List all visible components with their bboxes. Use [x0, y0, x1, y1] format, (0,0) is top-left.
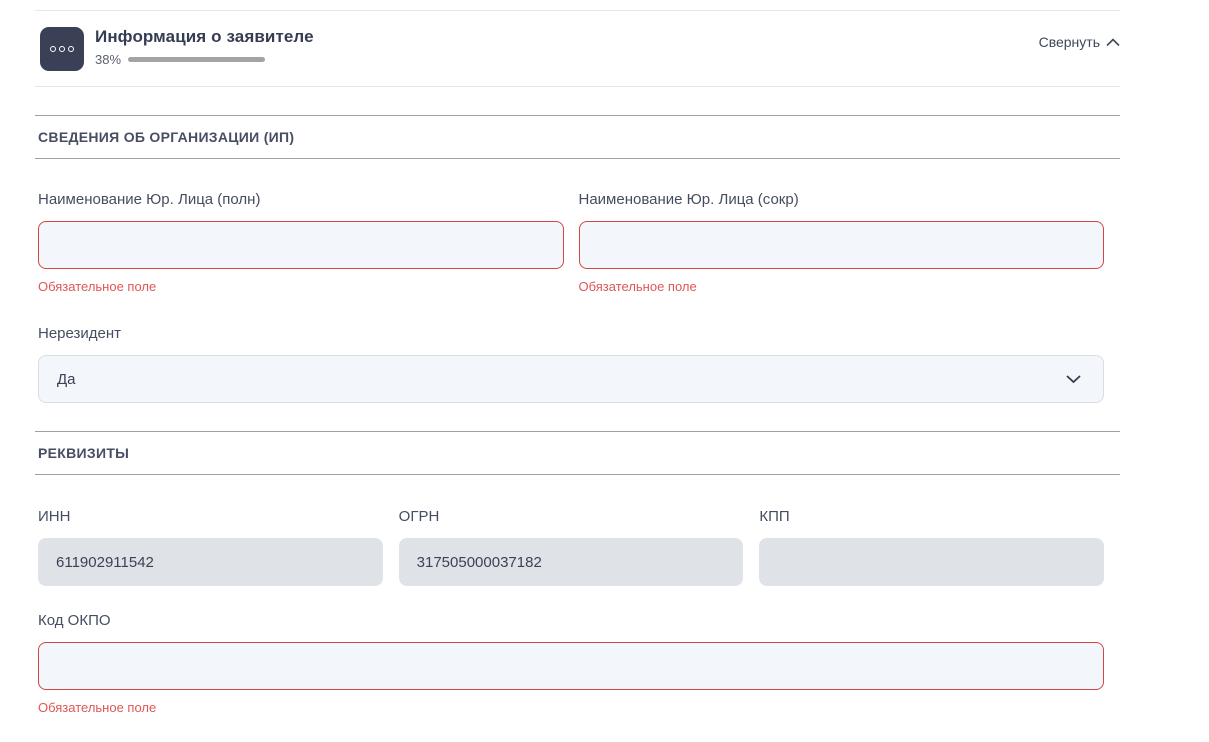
requisites-row: ИНН ОГРН КПП — [38, 508, 1104, 586]
section-title-requisites: РЕКВИЗИТЫ — [38, 445, 1117, 461]
field-org-full-name: Наименование Юр. Лица (полн) Обязательно… — [38, 191, 564, 294]
chevron-down-icon — [1066, 375, 1081, 384]
org-full-name-input[interactable] — [38, 221, 564, 269]
section-title-organization: СВЕДЕНИЯ ОБ ОРГАНИЗАЦИИ (ИП) — [38, 129, 1117, 145]
card-header-texts: Информация о заявителе 38% — [95, 27, 314, 67]
nonresident-value: Да — [57, 371, 76, 388]
nonresident-select[interactable]: Да — [38, 355, 1104, 403]
org-full-name-error: Обязательное поле — [38, 279, 564, 294]
page-title: Информация о заявителе — [95, 27, 314, 47]
inn-input — [38, 538, 383, 586]
org-short-name-input[interactable] — [579, 221, 1105, 269]
field-nonresident: Нерезидент Да — [38, 325, 1104, 403]
section-head-organization: СВЕДЕНИЯ ОБ ОРГАНИЗАЦИИ (ИП) — [35, 115, 1120, 159]
collapse-button[interactable]: Свернуть — [1039, 34, 1120, 50]
card-header-left: Информация о заявителе 38% — [40, 27, 314, 71]
applicant-form-page: Информация о заявителе 38% Свернуть СВЕД… — [35, 0, 1120, 742]
section-head-requisites: РЕКВИЗИТЫ — [35, 431, 1120, 475]
chevron-up-icon — [1106, 34, 1120, 50]
kpp-input — [759, 538, 1104, 586]
org-name-row: Наименование Юр. Лица (полн) Обязательно… — [38, 191, 1104, 294]
field-kpp: КПП — [759, 508, 1104, 586]
ellipsis-dot — [68, 46, 74, 52]
card-header: Информация о заявителе 38% Свернуть — [35, 11, 1120, 87]
field-ogrn: ОГРН — [399, 508, 744, 586]
okpo-label: Код ОКПО — [38, 612, 1104, 629]
nonresident-label: Нерезидент — [38, 325, 1104, 342]
requisites-fields: ИНН ОГРН КПП Код ОКПО Обязательное поле — [38, 508, 1104, 715]
okpo-input[interactable] — [38, 642, 1104, 690]
field-org-short-name: Наименование Юр. Лица (сокр) Обязательно… — [579, 191, 1105, 294]
ellipsis-dot — [50, 46, 56, 52]
ogrn-input — [399, 538, 744, 586]
org-full-name-label: Наименование Юр. Лица (полн) — [38, 191, 564, 208]
ellipsis-dot — [59, 46, 65, 52]
org-short-name-label: Наименование Юр. Лица (сокр) — [579, 191, 1105, 208]
organization-fields: Наименование Юр. Лица (полн) Обязательно… — [38, 191, 1104, 403]
field-okpo: Код ОКПО Обязательное поле — [38, 612, 1104, 715]
field-inn: ИНН — [38, 508, 383, 586]
kpp-label: КПП — [759, 508, 1104, 525]
org-short-name-error: Обязательное поле — [579, 279, 1105, 294]
progress-bar — [128, 57, 265, 62]
progress-row: 38% — [95, 52, 314, 67]
ogrn-label: ОГРН — [399, 508, 744, 525]
okpo-error: Обязательное поле — [38, 700, 1104, 715]
inn-label: ИНН — [38, 508, 383, 525]
ellipsis-icon — [40, 27, 84, 71]
collapse-label: Свернуть — [1039, 34, 1100, 50]
progress-percent-label: 38% — [95, 52, 121, 67]
